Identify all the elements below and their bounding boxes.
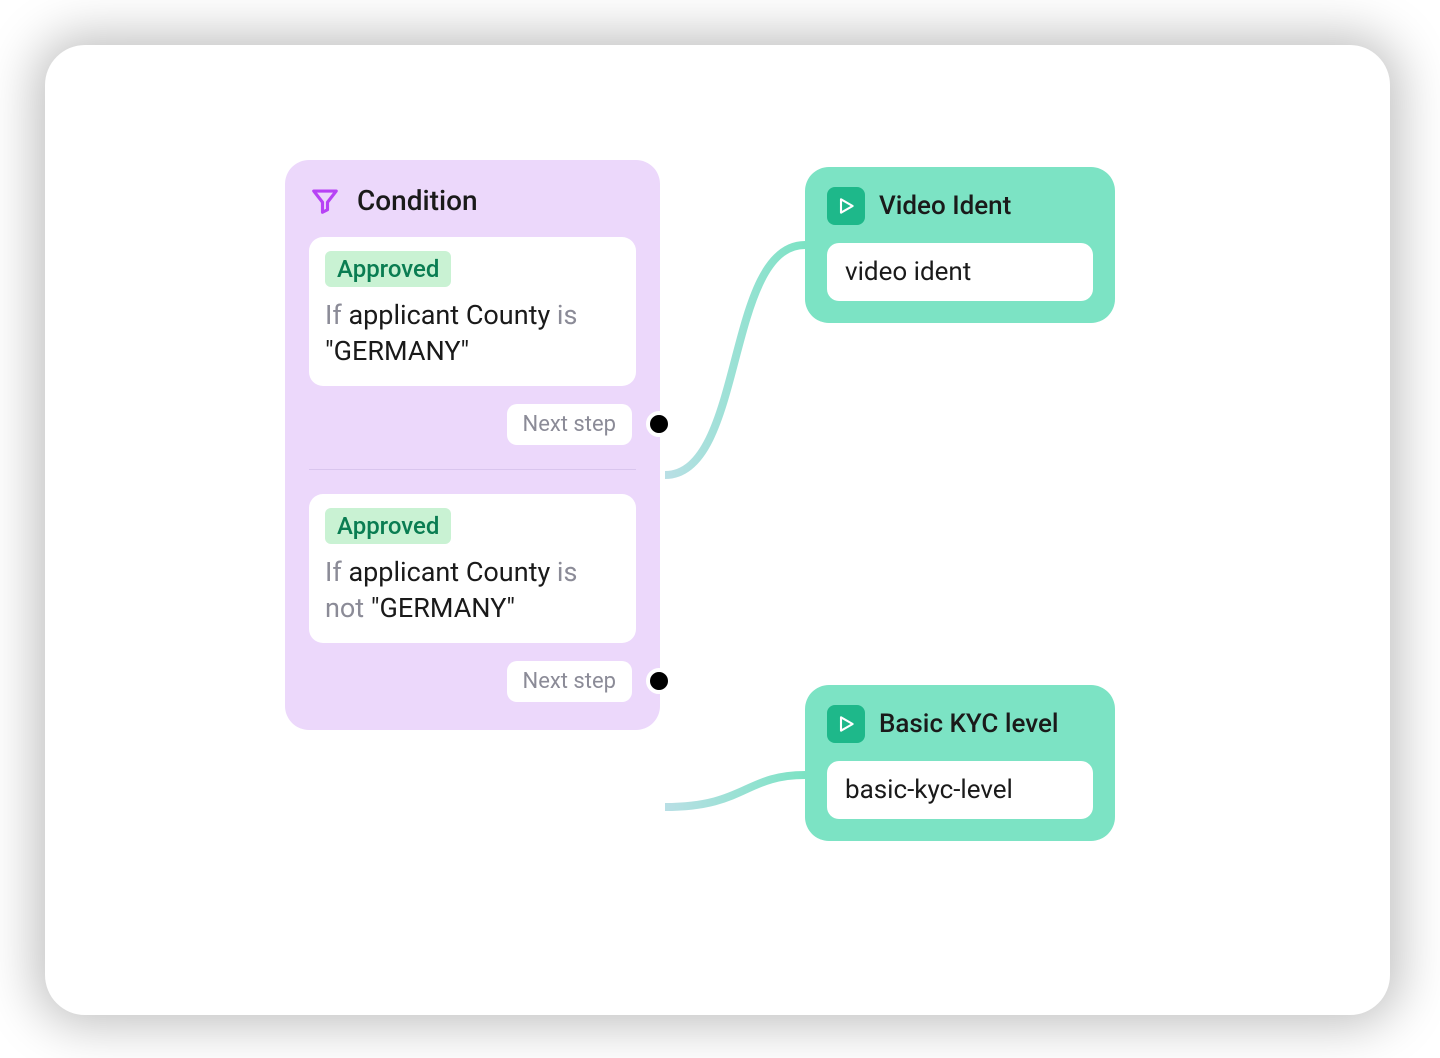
- next-step-row: Next step: [309, 404, 636, 445]
- action-header: Video Ident: [827, 187, 1093, 225]
- connectors-layer: [45, 45, 1390, 1015]
- connector-to-kyc: [665, 775, 805, 807]
- flow-canvas[interactable]: Condition Approved If applicant County i…: [45, 45, 1390, 1015]
- rule-divider: [309, 469, 636, 470]
- rule-expression: If applicant County is not "GERMANY": [325, 554, 620, 627]
- condition-header: Condition: [309, 184, 636, 217]
- next-step-button[interactable]: Next step: [507, 404, 633, 445]
- status-badge: Approved: [325, 508, 451, 544]
- rule-field: applicant County: [348, 556, 550, 588]
- output-port[interactable]: [646, 668, 672, 694]
- action-node-basic-kyc[interactable]: Basic KYC level basic-kyc-level: [805, 685, 1115, 841]
- action-title: Video Ident: [879, 191, 1011, 221]
- filter-icon: [309, 185, 341, 217]
- rule-value: "GERMANY": [325, 335, 469, 367]
- action-node-video-ident[interactable]: Video Ident video ident: [805, 167, 1115, 323]
- condition-node[interactable]: Condition Approved If applicant County i…: [285, 160, 660, 730]
- condition-rule[interactable]: Approved If applicant County is "GERMANY…: [309, 237, 636, 386]
- next-step-button[interactable]: Next step: [507, 661, 633, 702]
- rule-value: "GERMANY": [371, 592, 515, 624]
- play-icon: [827, 705, 865, 743]
- action-title: Basic KYC level: [879, 709, 1059, 739]
- next-step-row: Next step: [309, 661, 636, 702]
- output-port[interactable]: [646, 411, 672, 437]
- rule-operator: is: [557, 299, 578, 331]
- condition-rule[interactable]: Approved If applicant County is not "GER…: [309, 494, 636, 643]
- action-value: basic-kyc-level: [827, 761, 1093, 819]
- rule-expression: If applicant County is "GERMANY": [325, 297, 620, 370]
- action-header: Basic KYC level: [827, 705, 1093, 743]
- status-badge: Approved: [325, 251, 451, 287]
- rule-if-keyword: If: [325, 556, 342, 588]
- connector-to-video: [665, 245, 805, 475]
- rule-field: applicant County: [348, 299, 550, 331]
- rule-if-keyword: If: [325, 299, 342, 331]
- condition-title: Condition: [357, 184, 478, 217]
- action-value: video ident: [827, 243, 1093, 301]
- play-icon: [827, 187, 865, 225]
